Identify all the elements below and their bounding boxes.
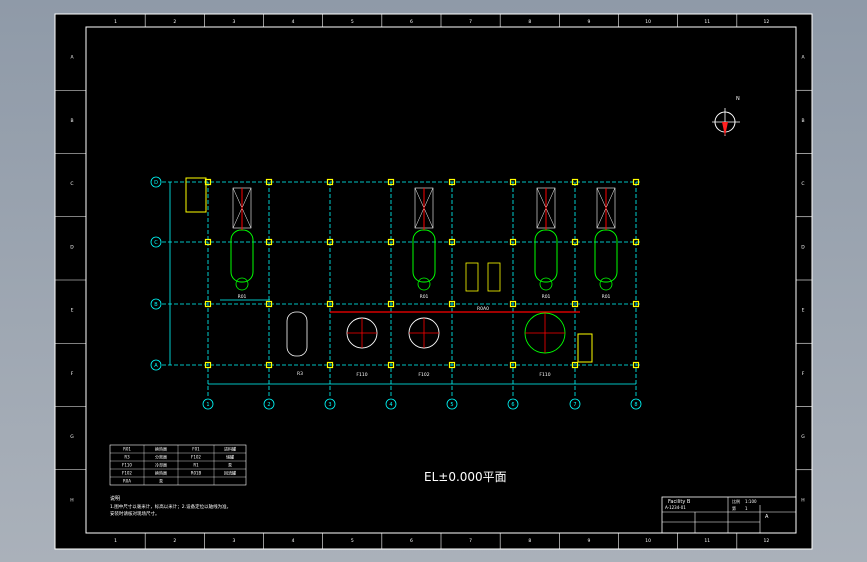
ruler-label-bottom: 3 <box>232 538 235 544</box>
drum-tag: R3 <box>297 371 303 377</box>
ruler-label-right: F <box>802 371 805 377</box>
ruler-label-top: 2 <box>173 19 176 25</box>
ruler-label-left: F <box>71 371 74 377</box>
legend-cell: 泵 <box>159 479 163 484</box>
exchanger-tag: R01 <box>420 294 429 300</box>
ruler-label-right: H <box>801 497 804 503</box>
notes-line2: 安装时请核对现场尺寸。 <box>110 510 160 517</box>
legend-cell: 进料罐 <box>224 446 236 452</box>
tank-tag: F110 <box>539 372 550 378</box>
col-axis-label: 7 <box>573 402 576 408</box>
ruler-label-bottom: 7 <box>469 538 472 544</box>
row-axis-label: B <box>154 302 158 308</box>
ruler-label-right: B <box>801 118 804 124</box>
title-block-sheet-label: 第 <box>732 505 736 511</box>
legend-cell: R1 <box>193 463 199 468</box>
ruler-label-bottom: 4 <box>292 538 295 544</box>
ruler-label-top: 6 <box>410 19 413 25</box>
ruler-label-right: D <box>801 244 805 250</box>
legend-cell: 泵 <box>228 463 232 468</box>
ruler-label-bottom: 12 <box>764 538 770 544</box>
ruler-label-top: 3 <box>232 19 235 25</box>
ruler-label-top: 10 <box>645 19 651 25</box>
ruler-label-left: D <box>70 244 74 250</box>
ruler-label-left: B <box>70 118 73 124</box>
legend-cell: R3 <box>124 455 130 460</box>
ruler-label-bottom: 10 <box>645 538 651 544</box>
legend-cell: 储罐 <box>226 454 234 460</box>
legend-cell: 冷却器 <box>155 462 167 468</box>
legend-cell: F01 <box>192 447 200 452</box>
title-block-scale-label: 比例 <box>732 498 740 504</box>
ruler-label-top: 5 <box>351 19 354 25</box>
ruler-label-bottom: 5 <box>351 538 354 544</box>
legend-cell: R0A <box>123 479 131 484</box>
ruler-label-bottom: 11 <box>704 538 710 544</box>
ruler-label-top: 12 <box>764 19 770 25</box>
col-axis-label: 6 <box>511 402 514 408</box>
legend-cell: F110 <box>122 463 132 468</box>
ruler-label-top: 1 <box>114 19 117 25</box>
col-axis-label: 1 <box>206 402 209 408</box>
notes-line1: 1.图中尺寸以毫米计，标高以米计；2.设备定位以轴线为准， <box>110 503 231 510</box>
ruler-label-bottom: 9 <box>587 538 590 544</box>
legend-cell: 回流罐 <box>224 470 236 476</box>
ruler-label-left: G <box>70 434 74 440</box>
row-axis-label: D <box>154 180 158 186</box>
cad-viewport[interactable]: 1 2 3 4 5 6 7 8 9 10 11 12 1 2 3 4 5 6 7 8 9 10 11 12 A A B B C C D D E E… <box>0 0 867 562</box>
cad-drawing: 1 2 3 4 5 6 7 8 9 10 11 121 2 3 4 5 6 7 8 9 10 11 12A AB BC CD DE E… <box>54 13 813 550</box>
ruler-label-right: G <box>801 434 805 440</box>
ruler-label-top: 8 <box>528 19 531 25</box>
col-axis-label: 8 <box>634 402 637 408</box>
ruler-label-right: C <box>801 181 804 187</box>
compass-north-label: N <box>736 96 740 102</box>
col-axis-label: 2 <box>267 402 270 408</box>
legend-cell: F102 <box>122 471 132 476</box>
ruler-label-left: E <box>71 308 74 314</box>
ruler-label-left: H <box>70 497 73 503</box>
exchanger-tag: R01 <box>542 294 551 300</box>
ruler-label-left: C <box>70 181 73 187</box>
row-axis-label: A <box>154 363 158 369</box>
tank-tag: F102 <box>418 372 429 378</box>
ruler-label-top: 7 <box>469 19 472 25</box>
legend-cell: R01B <box>191 471 202 476</box>
ruler-label-bottom: 8 <box>528 538 531 544</box>
ruler-label-top: 4 <box>292 19 295 25</box>
exchanger-tag: R01 <box>602 294 611 300</box>
ruler-label-bottom: 1 <box>114 538 117 544</box>
drawing-sheet <box>54 13 813 550</box>
title-block-drawing-no: A-1234-01 <box>665 505 686 510</box>
legend-cell: 分离器 <box>155 454 167 460</box>
exchanger-tag: R01 <box>238 294 247 300</box>
ruler-label-bottom: 6 <box>410 538 413 544</box>
title-block-scale-value: 1:100 <box>745 499 757 504</box>
plan-title: EL±0.000平面 <box>424 470 507 484</box>
notes-heading: 说明 <box>110 495 120 502</box>
ruler-label-right: E <box>802 308 805 314</box>
col-axis-label: 5 <box>450 402 453 408</box>
ruler-label-top: 9 <box>587 19 590 25</box>
tank-tag: F110 <box>356 372 367 378</box>
legend-cell: F102 <box>191 455 201 460</box>
col-axis-label: 3 <box>328 402 331 408</box>
col-axis-label: 4 <box>389 402 392 408</box>
legend-cell: 换热器 <box>155 470 167 476</box>
legend-cell: R01 <box>123 447 131 452</box>
ruler-label-top: 11 <box>704 19 710 25</box>
row-axis-label: C <box>154 240 158 246</box>
ruler-label-bottom: 2 <box>173 538 176 544</box>
title-block-rev: A <box>765 514 769 520</box>
pump-tag: R0A0 <box>477 306 489 312</box>
legend-cell: 换热器 <box>155 446 167 452</box>
